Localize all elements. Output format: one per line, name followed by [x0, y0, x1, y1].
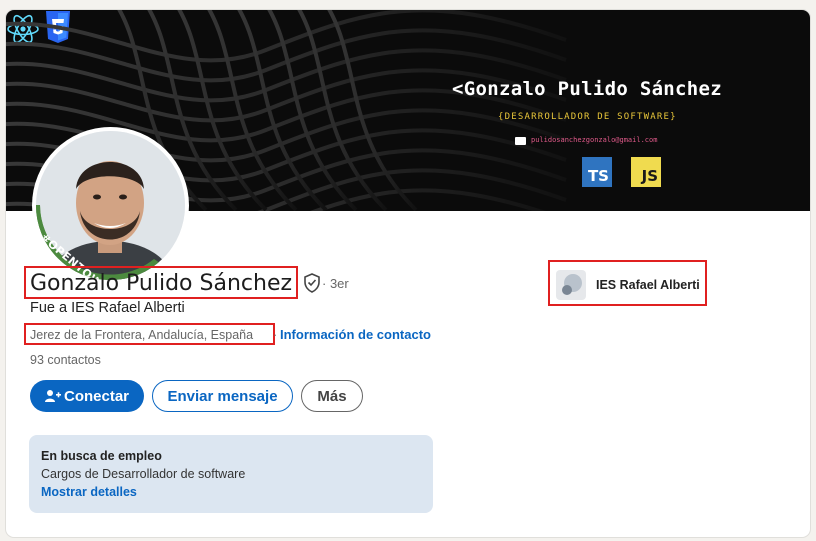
- school-logo-icon: [556, 270, 586, 300]
- profile-card: <Gonzalo Pulido Sánchez {DESARROLLADOR D…: [6, 10, 810, 537]
- education-entry[interactable]: IES Rafael Alberti: [556, 270, 700, 300]
- verification-shield-icon[interactable]: [303, 273, 321, 293]
- profile-headline: Fue a IES Rafael Alberti: [30, 300, 185, 316]
- school-name: IES Rafael Alberti: [596, 278, 700, 292]
- banner-email: pulidosanchezgonzalo@gmail.com: [531, 136, 658, 144]
- email-icon: [515, 137, 526, 145]
- javascript-icon: JS: [631, 157, 661, 187]
- open-to-work-title: En busca de empleo: [41, 449, 162, 463]
- profile-name: Gonzalo Pulido Sánchez: [30, 271, 293, 296]
- open-to-work-roles: Cargos de Desarrollador de software: [41, 467, 246, 481]
- profile-photo[interactable]: #OPENTOWORK: [32, 127, 189, 284]
- separator-dot: ·: [273, 328, 278, 342]
- open-to-work-card[interactable]: En busca de empleo Cargos de Desarrollad…: [29, 435, 433, 513]
- banner-name: Gonzalo Pulido Sánchez: [463, 78, 723, 100]
- send-message-label: Enviar mensaje: [167, 387, 278, 405]
- add-person-icon: [44, 390, 61, 402]
- banner-name-line: <Gonzalo Pulido Sánchez: [452, 78, 722, 100]
- connections-count[interactable]: 93 contactos: [30, 353, 101, 367]
- connection-degree: · 3er: [322, 276, 349, 291]
- more-label: Más: [317, 387, 347, 405]
- chevron-left-icon: <: [452, 78, 464, 100]
- show-details-link[interactable]: Mostrar detalles: [41, 485, 421, 499]
- send-message-button[interactable]: Enviar mensaje: [152, 380, 293, 412]
- banner-role: {DESARROLLADOR DE SOFTWARE}: [498, 112, 677, 122]
- connect-button-label: Conectar: [63, 387, 130, 405]
- profile-location: Jerez de la Frontera, Andalucía, España: [30, 328, 254, 342]
- more-button[interactable]: Más: [301, 380, 363, 412]
- typescript-icon: TS: [582, 157, 612, 187]
- contact-info-link[interactable]: Información de contacto: [280, 327, 431, 342]
- connect-button[interactable]: Conectar: [30, 380, 144, 412]
